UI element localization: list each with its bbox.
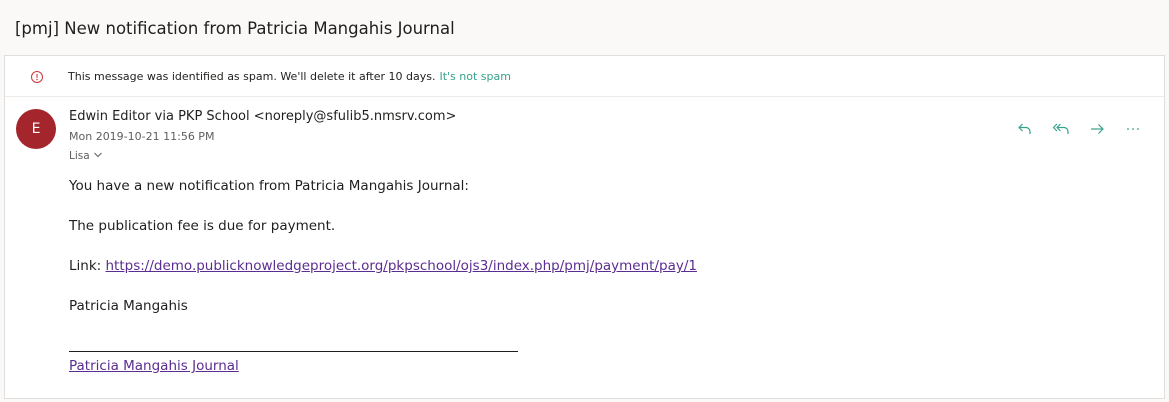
body-line-link: Link: https://demo.publicknowledgeprojec…: [69, 258, 1149, 298]
subject-bar: [pmj] New notification from Patricia Man…: [0, 0, 1169, 56]
message-card: This message was identified as spam. We'…: [4, 55, 1165, 399]
chevron-down-icon: [93, 150, 103, 162]
reply-icon[interactable]: [1014, 118, 1036, 140]
sender-name[interactable]: Edwin Editor via PKP School <noreply@sfu…: [69, 109, 456, 124]
link-prefix: Link:: [69, 258, 106, 274]
recipient-name: Lisa: [69, 150, 90, 162]
journal-link[interactable]: Patricia Mangahis Journal: [69, 358, 239, 374]
message-body: You have a new notification from Patrici…: [69, 178, 1149, 338]
sent-date: Mon 2019-10-21 11:56 PM: [69, 130, 215, 143]
avatar-initial: E: [31, 121, 41, 137]
signature-divider: [69, 351, 518, 352]
payment-link[interactable]: https://demo.publicknowledgeproject.org/…: [106, 258, 697, 274]
spam-notice-text: This message was identified as spam. We'…: [68, 70, 436, 83]
recipient-toggle[interactable]: Lisa: [69, 150, 103, 162]
body-line-intro: You have a new notification from Patrici…: [69, 178, 469, 194]
more-icon[interactable]: [1122, 118, 1144, 140]
warning-icon: [30, 69, 44, 83]
email-subject: [pmj] New notification from Patricia Man…: [15, 18, 455, 38]
body-line-fee: The publication fee is due for payment.: [69, 218, 336, 234]
spam-notice-bar: This message was identified as spam. We'…: [5, 56, 1164, 97]
not-spam-link[interactable]: It's not spam: [439, 70, 511, 83]
reply-all-icon[interactable]: [1050, 118, 1072, 140]
sender-avatar[interactable]: E: [16, 109, 56, 149]
message-actions: [1014, 118, 1144, 140]
forward-icon[interactable]: [1086, 118, 1108, 140]
signature-name: Patricia Mangahis: [69, 298, 188, 314]
